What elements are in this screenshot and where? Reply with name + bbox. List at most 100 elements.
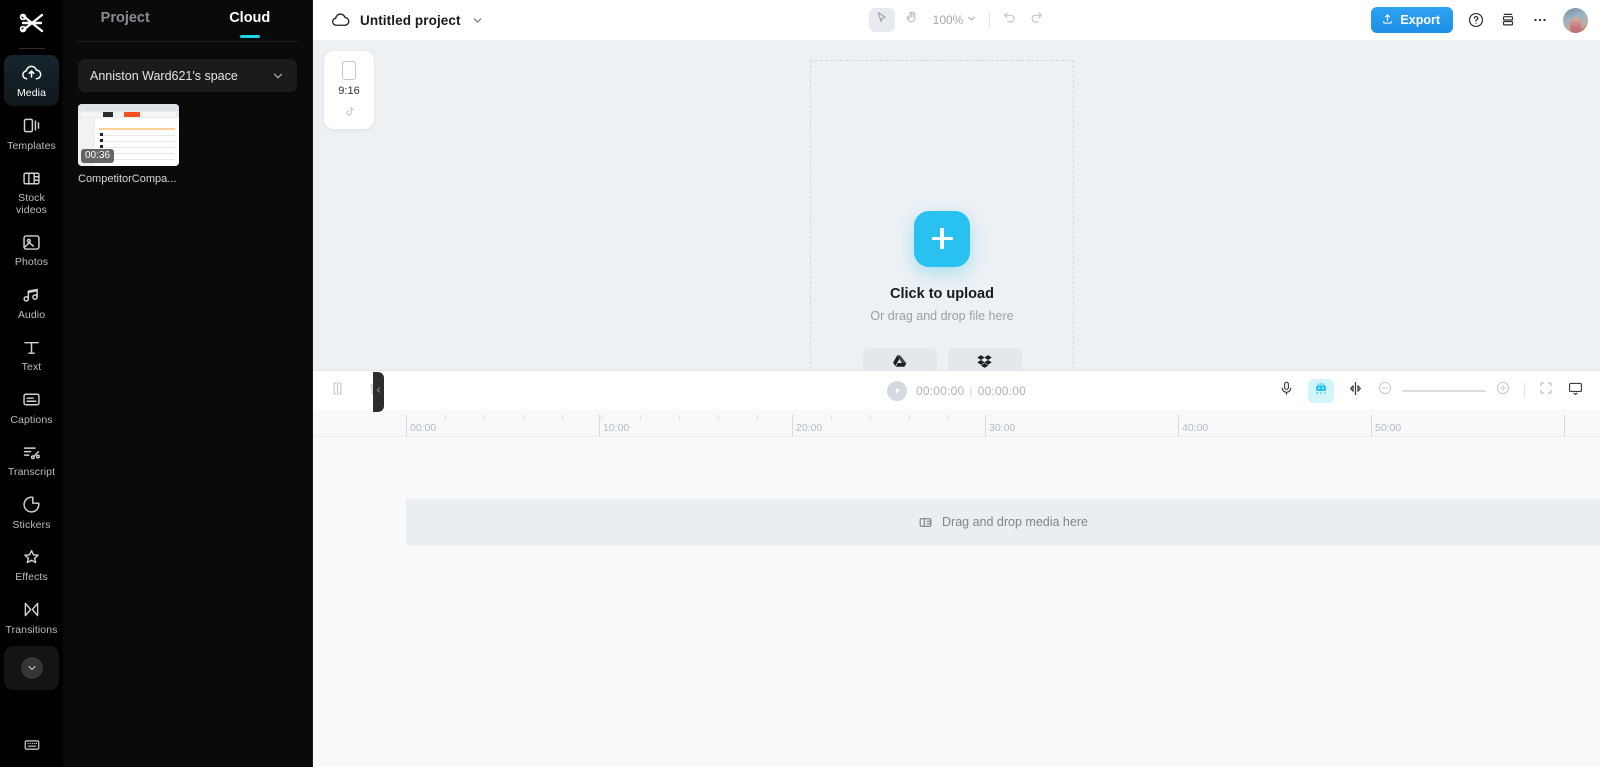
sidebar-item-label: Photos xyxy=(14,256,49,268)
capcut-logo-icon[interactable] xyxy=(0,0,63,46)
redo-icon[interactable] xyxy=(1028,10,1044,31)
google-drive-icon xyxy=(891,353,908,371)
upload-subtitle: Or drag and drop file here xyxy=(870,308,1014,323)
chevron-down-icon xyxy=(966,13,977,27)
chevron-left-icon xyxy=(374,383,383,401)
keyboard-icon xyxy=(23,736,41,759)
timeline-tracks: Drag and drop media here xyxy=(313,437,1600,767)
timeline-zoom-control xyxy=(1377,380,1511,401)
chevron-down-icon xyxy=(20,657,43,679)
google-drive-button[interactable] xyxy=(862,347,937,371)
keyframe-icon[interactable] xyxy=(1347,380,1364,402)
sidebar-item-media[interactable]: Media xyxy=(4,55,59,106)
sticker-icon xyxy=(21,494,43,516)
transcript-icon xyxy=(21,441,43,463)
aspect-ratio-card[interactable]: 9:16 xyxy=(324,51,374,129)
page-title: Untitled project xyxy=(360,12,461,28)
minus-circle-icon[interactable] xyxy=(1377,380,1393,401)
rail-items: Media Templates Stock videos Photos Audi… xyxy=(0,55,63,690)
timeline-zoom-slider[interactable] xyxy=(1402,389,1486,392)
media-item-name: CompetitorCompa... xyxy=(78,173,177,185)
chevron-down-icon[interactable] xyxy=(471,14,484,27)
export-button[interactable]: Export xyxy=(1371,7,1453,33)
timeline-ruler[interactable]: 00:00 10:00 20:00 30:00 40:00 50:00 xyxy=(313,410,1600,437)
fit-screen-icon[interactable] xyxy=(1538,380,1554,401)
ruler-label: 10:00 xyxy=(603,422,630,434)
left-rail: Media Templates Stock videos Photos Audi… xyxy=(0,0,63,767)
panel-collapse-handle[interactable] xyxy=(373,372,384,412)
zoom-level-value: 100% xyxy=(932,13,964,27)
panel-divider xyxy=(77,41,298,42)
timeline-right-tools xyxy=(1278,378,1584,403)
sidebar-item-transcript[interactable]: Transcript xyxy=(4,434,59,485)
select-tool-button[interactable] xyxy=(868,8,895,32)
time-separator: | xyxy=(969,383,973,398)
upload-plus-button[interactable] xyxy=(914,210,970,267)
keyboard-shortcuts-button[interactable] xyxy=(0,736,63,759)
toolbar-divider xyxy=(1524,383,1525,398)
upload-title: Click to upload xyxy=(890,285,994,302)
phone-frame-icon xyxy=(342,61,356,80)
sidebar-item-label: Audio xyxy=(17,308,46,321)
text-t-icon xyxy=(21,336,43,358)
sidebar-item-templates[interactable]: Templates xyxy=(4,108,59,159)
undo-icon[interactable] xyxy=(1002,10,1018,31)
sidebar-item-audio[interactable]: Audio xyxy=(4,277,59,328)
sidebar-item-stickers[interactable]: Stickers xyxy=(4,487,59,538)
upload-dropzone[interactable]: Click to upload Or drag and drop file he… xyxy=(810,60,1074,370)
hand-tool-button[interactable] xyxy=(899,8,925,32)
media-duration: 00:36 xyxy=(81,149,115,163)
play-button[interactable] xyxy=(887,380,908,401)
export-button-label: Export xyxy=(1400,13,1440,27)
sidebar-item-effects[interactable]: Effects xyxy=(4,539,59,590)
sidebar-item-captions[interactable]: Captions xyxy=(4,382,59,433)
sidebar-item-transitions[interactable]: Transitions xyxy=(4,592,59,643)
sidebar-item-label: Stock videos xyxy=(16,192,47,216)
sidebar-item-text[interactable]: Text xyxy=(4,329,59,380)
media-grid: 00:36 CompetitorCompa... xyxy=(63,92,312,185)
timecode: 00:00:00 | 00:00:00 xyxy=(916,384,1026,398)
tab-project[interactable]: Project xyxy=(63,10,188,36)
ruler-label: 50:00 xyxy=(1375,422,1402,434)
avatar[interactable] xyxy=(1563,7,1588,33)
timeline-dropzone[interactable]: Drag and drop media here xyxy=(406,499,1600,545)
sidebar-item-label: Captions xyxy=(10,413,53,426)
sidebar-item-photos[interactable]: Photos xyxy=(4,224,59,275)
rail-expand-button[interactable] xyxy=(4,646,59,690)
chevron-down-icon xyxy=(271,69,285,83)
layout-icon[interactable] xyxy=(1499,11,1517,29)
sparkle-star-icon xyxy=(21,546,43,568)
plus-circle-icon[interactable] xyxy=(1495,380,1511,401)
dropbox-button[interactable] xyxy=(947,347,1022,370)
sidebar-item-stock-videos[interactable]: Stock videos xyxy=(4,160,59,222)
film-strip-icon xyxy=(918,515,933,530)
ai-magic-icon xyxy=(1313,380,1329,401)
sidebar-item-label: Transitions xyxy=(5,623,58,636)
sidebar-item-label: Stickers xyxy=(12,518,51,531)
tiktok-icon xyxy=(343,105,356,118)
monitor-icon[interactable] xyxy=(1567,380,1584,402)
media-thumbnail[interactable]: 00:36 xyxy=(78,104,179,166)
cursor-arrow-icon xyxy=(874,10,889,30)
sidebar-item-label: Effects xyxy=(15,571,48,583)
cloud-icon xyxy=(331,11,350,30)
history-controls xyxy=(1002,10,1044,31)
media-item[interactable]: 00:36 CompetitorCompa... xyxy=(78,104,179,185)
top-toolbar: Untitled project 100% Export xyxy=(313,0,1600,40)
ruler-label: 20:00 xyxy=(796,422,823,434)
question-circle-icon[interactable] xyxy=(1467,11,1485,29)
tab-cloud[interactable]: Cloud xyxy=(188,10,313,36)
ai-tools-button[interactable] xyxy=(1308,378,1334,403)
captions-icon xyxy=(21,389,43,411)
total-time: 00:00:00 xyxy=(977,383,1026,398)
sidebar-item-label: Text xyxy=(21,361,42,373)
sidebar-item-label: Media xyxy=(16,87,47,99)
microphone-icon[interactable] xyxy=(1278,380,1295,402)
split-icon[interactable] xyxy=(329,380,346,402)
timeline-toolbar: 00:00:00 | 00:00:00 xyxy=(313,370,1600,410)
zoom-level-selector[interactable]: 100% xyxy=(933,13,978,27)
ellipsis-icon[interactable] xyxy=(1531,11,1549,29)
space-selector[interactable]: Anniston Ward621's space xyxy=(78,59,297,92)
current-time: 00:00:00 xyxy=(916,383,965,398)
main-area: Untitled project 100% Export 9:16 Click … xyxy=(313,0,1600,767)
